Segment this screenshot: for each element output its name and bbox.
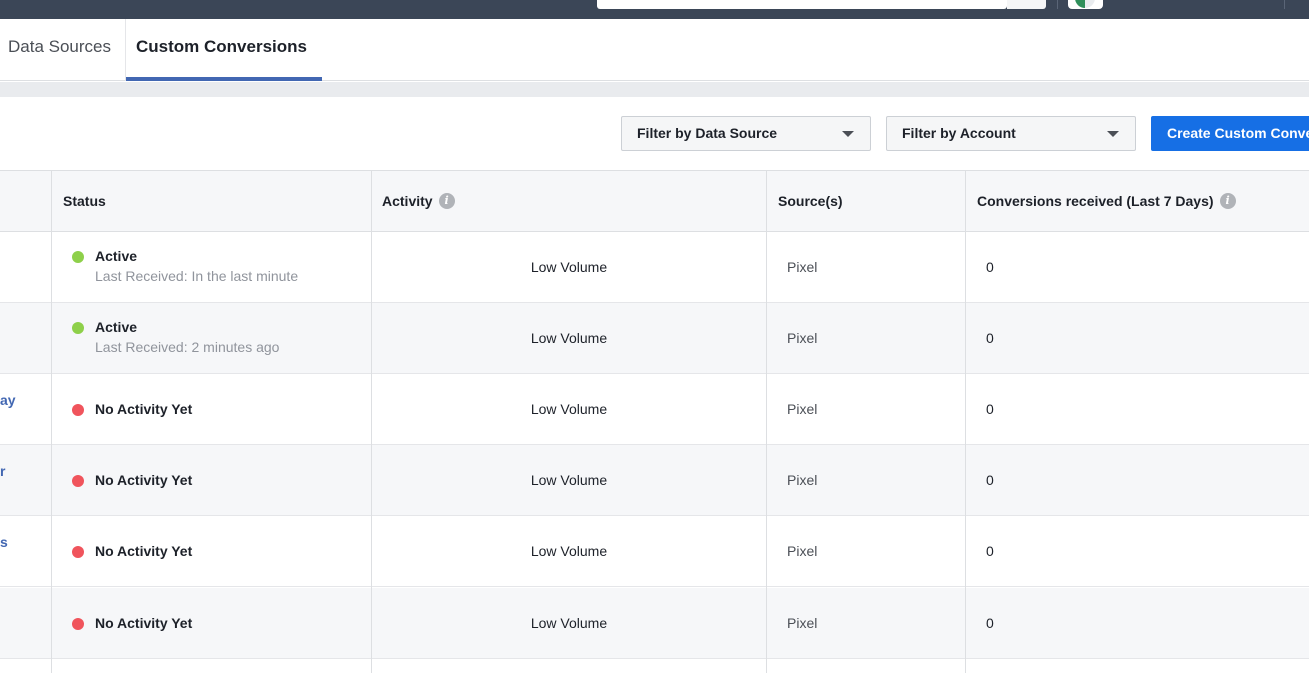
source-cell: Pixel bbox=[787, 401, 818, 417]
header-conversions-label: Conversions received (Last 7 Days) bbox=[977, 193, 1214, 209]
table-row[interactable]: Active Last Received: 2 minutes ago Low Vo… bbox=[0, 303, 1309, 374]
conversions-cell: 0 bbox=[986, 401, 994, 417]
status-dot-icon bbox=[72, 404, 84, 416]
active-tab-indicator bbox=[126, 77, 322, 81]
source-cell: Pixel bbox=[787, 259, 818, 275]
table-row[interactable] bbox=[0, 659, 1309, 673]
column-divider bbox=[766, 170, 767, 673]
section-divider bbox=[0, 82, 1309, 97]
conversion-name-link[interactable]: r bbox=[0, 463, 5, 479]
status-label: No Activity Yet bbox=[95, 543, 193, 559]
conversion-name-link[interactable]: s bbox=[0, 534, 8, 550]
conversions-cell: 0 bbox=[986, 330, 994, 346]
activity-cell: Low Volume bbox=[530, 330, 608, 346]
filter-by-account-dropdown[interactable]: Filter by Account bbox=[886, 116, 1136, 151]
header-conversions[interactable]: Conversions received (Last 7 Days) i bbox=[977, 171, 1236, 232]
tab-data-sources[interactable]: Data Sources bbox=[8, 19, 111, 81]
status-label: No Activity Yet bbox=[95, 615, 193, 631]
tab-bar: Data Sources Custom Conversions bbox=[0, 19, 1309, 81]
status-dot-icon bbox=[72, 546, 84, 558]
caret-down-icon bbox=[1107, 131, 1119, 137]
toolbar: Filter by Data Source Filter by Account … bbox=[0, 97, 1309, 170]
conversions-cell: 0 bbox=[986, 259, 994, 275]
activity-cell: Low Volume bbox=[530, 472, 608, 488]
caret-down-icon bbox=[842, 131, 854, 137]
status-label: No Activity Yet bbox=[95, 472, 193, 488]
info-icon[interactable]: i bbox=[1219, 192, 1236, 209]
table-row[interactable]: No Activity Yet Low Volume Pixel 0 bbox=[0, 588, 1309, 659]
tab-custom-conversions[interactable]: Custom Conversions bbox=[125, 19, 322, 81]
status-label: No Activity Yet bbox=[95, 401, 193, 417]
header-activity[interactable]: Activity i bbox=[382, 171, 455, 232]
account-avatar[interactable] bbox=[1068, 0, 1103, 9]
source-cell: Pixel bbox=[787, 615, 818, 631]
conversions-cell: 0 bbox=[986, 472, 994, 488]
status-dot-icon bbox=[72, 618, 84, 630]
activity-cell: Low Volume bbox=[530, 615, 608, 631]
search-input[interactable] bbox=[597, 0, 1007, 9]
table-row[interactable]: r No Activity Yet Low Volume Pixel 0 bbox=[0, 445, 1309, 516]
table-row[interactable]: s No Activity Yet Low Volume Pixel 0 bbox=[0, 516, 1309, 587]
header-activity-label: Activity bbox=[382, 193, 433, 209]
info-icon[interactable]: i bbox=[438, 192, 455, 209]
activity-cell: Low Volume bbox=[530, 401, 608, 417]
conversion-name-link[interactable]: ay bbox=[0, 392, 16, 408]
header-sources[interactable]: Source(s) bbox=[778, 171, 843, 232]
top-navigation-bar bbox=[0, 0, 1309, 19]
topbar-divider bbox=[1057, 0, 1058, 9]
source-cell: Pixel bbox=[787, 543, 818, 559]
source-cell: Pixel bbox=[787, 330, 818, 346]
status-label: Active bbox=[95, 248, 138, 264]
tab-custom-conversions-label: Custom Conversions bbox=[136, 37, 307, 56]
status-dot-icon bbox=[72, 251, 84, 263]
filter-by-data-source-dropdown[interactable]: Filter by Data Source bbox=[621, 116, 871, 151]
column-divider bbox=[51, 170, 52, 673]
conversions-cell: 0 bbox=[986, 615, 994, 631]
last-received-text: Last Received: In the last minute bbox=[95, 268, 299, 284]
column-divider bbox=[965, 170, 966, 673]
header-status[interactable]: Status bbox=[63, 171, 106, 232]
status-dot-icon bbox=[72, 322, 84, 334]
create-custom-conversion-button[interactable]: Create Custom Conversion bbox=[1151, 116, 1309, 151]
activity-cell: Low Volume bbox=[530, 259, 608, 275]
source-cell: Pixel bbox=[787, 472, 818, 488]
status-dot-icon bbox=[72, 475, 84, 487]
activity-cell: Low Volume bbox=[530, 543, 608, 559]
last-received-text: Last Received: 2 minutes ago bbox=[95, 339, 280, 355]
search-button[interactable] bbox=[1007, 0, 1046, 9]
conversions-cell: 0 bbox=[986, 543, 994, 559]
table-row[interactable]: ay No Activity Yet Low Volume Pixel 0 bbox=[0, 374, 1309, 445]
table-row[interactable]: Active Last Received: In the last minute L… bbox=[0, 232, 1309, 303]
status-label: Active bbox=[95, 319, 138, 335]
table-header: Status Activity i Source(s) Conversions r… bbox=[0, 170, 1309, 232]
column-divider bbox=[371, 170, 372, 673]
topbar-divider bbox=[1284, 0, 1285, 9]
avatar-logo-icon bbox=[1075, 0, 1095, 8]
filter-by-account-label: Filter by Account bbox=[902, 125, 1016, 141]
filter-by-data-source-label: Filter by Data Source bbox=[637, 125, 778, 141]
